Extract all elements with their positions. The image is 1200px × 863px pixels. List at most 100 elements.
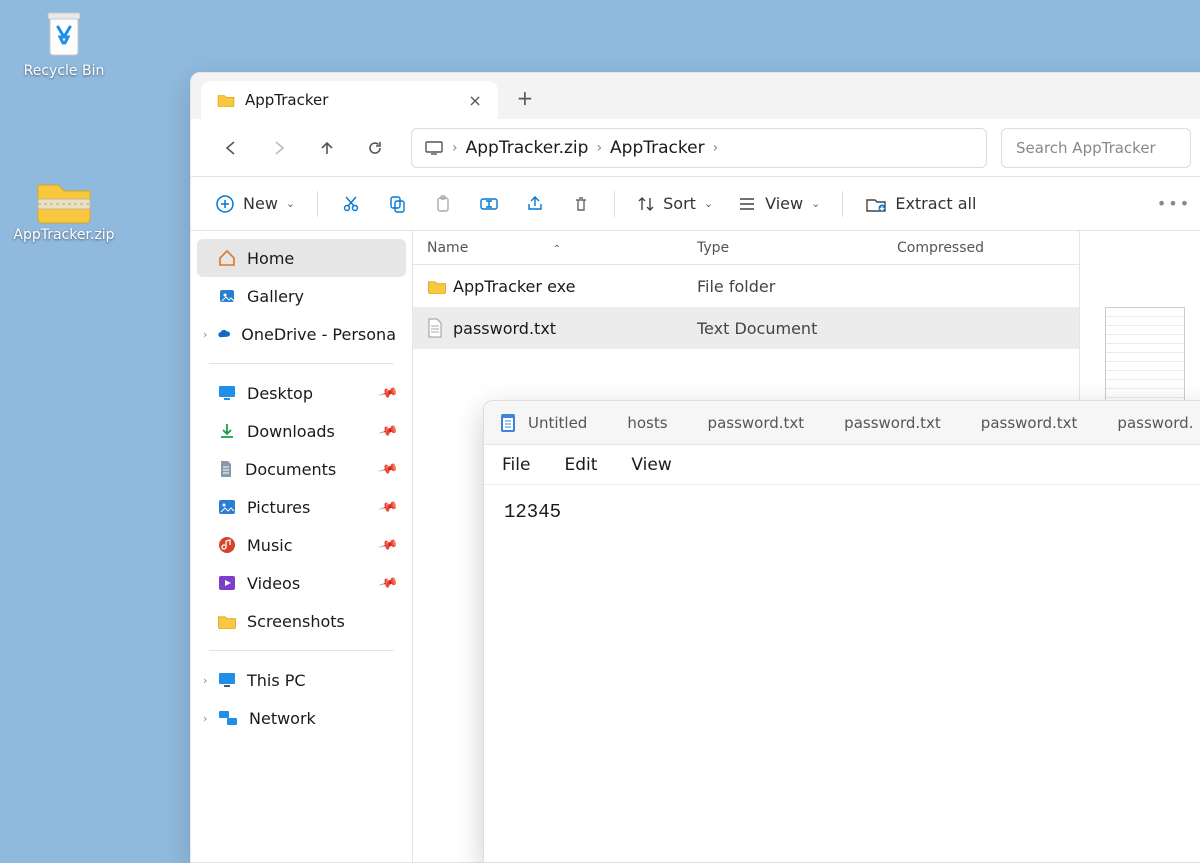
new-tab-button[interactable]: +: [508, 81, 542, 115]
file-preview-thumbnail: [1105, 307, 1185, 407]
trash-icon: [571, 194, 591, 214]
breadcrumb-segment[interactable]: AppTracker.zip: [466, 138, 589, 158]
column-name[interactable]: Name ⌃: [427, 240, 697, 256]
menu-view[interactable]: View: [631, 455, 671, 475]
share-icon: [525, 194, 545, 214]
chevron-right-icon: ›: [596, 140, 602, 156]
menu-file[interactable]: File: [502, 455, 530, 475]
sidebar-item-desktop[interactable]: Desktop 📌: [197, 374, 406, 412]
list-icon: [737, 196, 757, 212]
notepad-window: Untitled hosts password.txt password.txt…: [483, 400, 1200, 863]
chevron-right-icon: ›: [713, 140, 719, 156]
cloud-icon: [217, 326, 231, 342]
navigation-pane: Home Gallery › OneDrive - Persona Deskto…: [191, 231, 413, 862]
gallery-icon: [217, 286, 237, 306]
sidebar-item-documents[interactable]: Documents 📌: [197, 450, 406, 488]
zip-folder-icon: [34, 175, 94, 225]
pin-icon: 📌: [377, 458, 399, 479]
sort-button[interactable]: Sort ⌄: [627, 185, 723, 223]
sidebar-item-gallery[interactable]: Gallery: [197, 277, 406, 315]
folder-icon: [217, 614, 237, 629]
notepad-tab[interactable]: password.: [1099, 405, 1200, 441]
breadcrumb-segment[interactable]: AppTracker: [610, 138, 705, 158]
notepad-tab[interactable]: Untitled: [490, 405, 605, 441]
desktop-icon-label: AppTracker.zip: [13, 227, 114, 243]
chevron-right-icon[interactable]: ›: [203, 328, 207, 341]
sort-icon: [637, 195, 655, 213]
extract-all-button[interactable]: Extract all: [855, 185, 986, 223]
window-tab-active[interactable]: AppTracker ×: [201, 81, 498, 119]
refresh-button[interactable]: [353, 128, 397, 168]
desktop-icon-apptracker-zip[interactable]: AppTracker.zip: [14, 175, 114, 243]
cut-button[interactable]: [330, 185, 372, 223]
up-button[interactable]: [305, 128, 349, 168]
notepad-tab[interactable]: password.txt: [963, 405, 1096, 441]
pin-icon: 📌: [377, 534, 399, 555]
chevron-down-icon: ⌄: [811, 197, 820, 210]
sidebar-item-downloads[interactable]: Downloads 📌: [197, 412, 406, 450]
sidebar-item-screenshots[interactable]: Screenshots: [197, 602, 406, 640]
desktop-icon: [217, 384, 237, 402]
share-button[interactable]: [514, 185, 556, 223]
nav-bar: › AppTracker.zip › AppTracker › Search A…: [191, 119, 1200, 177]
forward-button[interactable]: [257, 128, 301, 168]
chevron-right-icon: ›: [452, 140, 458, 156]
folder-icon: [217, 93, 235, 107]
sidebar-item-music[interactable]: Music 📌: [197, 526, 406, 564]
search-input[interactable]: Search AppTracker: [1001, 128, 1191, 168]
music-icon: [217, 535, 237, 555]
tab-title: AppTracker: [245, 91, 328, 109]
recycle-bin-icon: [36, 5, 92, 61]
more-button[interactable]: •••: [1153, 185, 1195, 223]
pictures-icon: [217, 498, 237, 516]
close-tab-icon[interactable]: ×: [468, 91, 481, 110]
file-row[interactable]: password.txt Text Document: [413, 307, 1079, 349]
view-button[interactable]: View ⌄: [727, 185, 830, 223]
file-row[interactable]: AppTracker exe File folder: [413, 265, 1079, 307]
column-compressed[interactable]: Compressed: [897, 240, 1079, 256]
pin-icon: 📌: [377, 420, 399, 441]
chevron-right-icon[interactable]: ›: [203, 712, 207, 725]
back-button[interactable]: [209, 128, 253, 168]
home-icon: [217, 248, 237, 268]
desktop-icon-label: Recycle Bin: [24, 63, 105, 79]
new-button[interactable]: New ⌄: [205, 185, 305, 223]
chevron-right-icon[interactable]: ›: [203, 674, 207, 687]
sidebar-item-this-pc[interactable]: › This PC: [197, 661, 406, 699]
chevron-down-icon: ⌄: [704, 197, 713, 210]
notepad-tab[interactable]: hosts: [609, 405, 685, 441]
breadcrumb-bar[interactable]: › AppTracker.zip › AppTracker ›: [411, 128, 987, 168]
column-headers: Name ⌃ Type Compressed: [413, 231, 1079, 265]
rename-button[interactable]: [468, 185, 510, 223]
notepad-menu-bar: File Edit View: [484, 445, 1200, 485]
sidebar-item-pictures[interactable]: Pictures 📌: [197, 488, 406, 526]
notepad-app-icon: [498, 412, 518, 434]
monitor-icon: [424, 140, 444, 156]
sidebar-item-videos[interactable]: Videos 📌: [197, 564, 406, 602]
videos-icon: [217, 574, 237, 592]
notepad-tab[interactable]: password.txt: [826, 405, 959, 441]
desktop-icon-recycle-bin[interactable]: Recycle Bin: [14, 5, 114, 79]
title-bar: AppTracker × +: [191, 73, 1200, 119]
delete-button[interactable]: [560, 185, 602, 223]
paste-icon: [433, 194, 453, 214]
notepad-tab[interactable]: password.txt: [690, 405, 823, 441]
notepad-tab-bar: Untitled hosts password.txt password.txt…: [484, 401, 1200, 445]
menu-edit[interactable]: Edit: [564, 455, 597, 475]
notepad-text-area[interactable]: 12345: [484, 485, 1200, 862]
sidebar-item-network[interactable]: › Network: [197, 699, 406, 737]
plus-circle-icon: [215, 194, 235, 214]
document-icon: [217, 459, 235, 479]
pin-icon: 📌: [377, 572, 399, 593]
pin-icon: 📌: [377, 382, 399, 403]
text-file-icon: [427, 318, 453, 338]
column-type[interactable]: Type: [697, 240, 897, 256]
sidebar-item-onedrive[interactable]: › OneDrive - Persona: [197, 315, 406, 353]
network-icon: [217, 709, 239, 727]
sort-indicator-icon: ⌃: [553, 244, 561, 255]
paste-button[interactable]: [422, 185, 464, 223]
sidebar-item-home[interactable]: Home: [197, 239, 406, 277]
copy-button[interactable]: [376, 185, 418, 223]
chevron-down-icon: ⌄: [286, 197, 295, 210]
folder-icon: [427, 279, 453, 294]
